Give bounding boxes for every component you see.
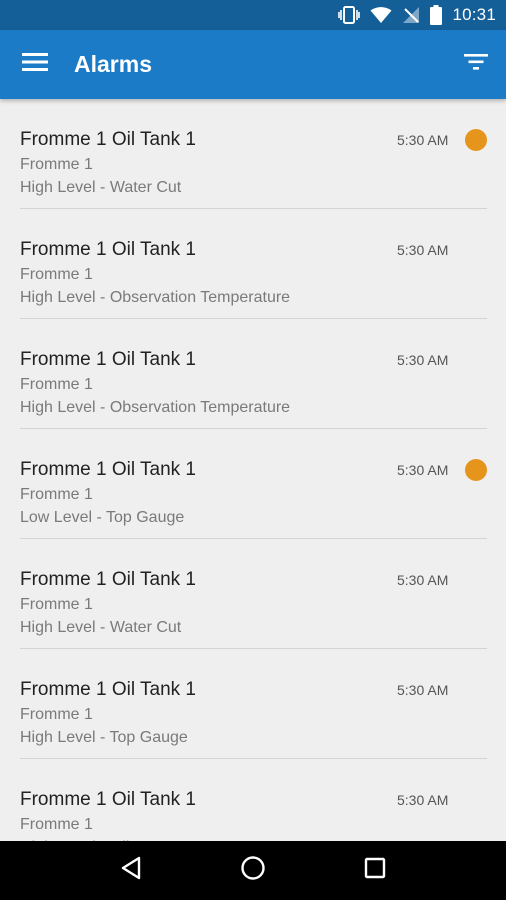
- alarm-description: High Level - Observation Temperature: [20, 399, 291, 416]
- filter-icon: [464, 53, 488, 76]
- no-signal-icon: [402, 0, 420, 30]
- alarm-asset-name: Fromme 1 Oil Tank 1: [20, 789, 196, 810]
- alarm-site-name: Fromme 1: [20, 706, 93, 723]
- filter-button[interactable]: [446, 30, 506, 99]
- alarm-list-item[interactable]: Fromme 1 Oil Tank 1 Fromme 1 High Level - …: [20, 209, 487, 319]
- back-icon: [120, 856, 142, 885]
- alarm-description: Low Level - Top Gauge: [20, 509, 185, 526]
- navigation-bar: [0, 841, 506, 900]
- recents-button[interactable]: [345, 841, 405, 900]
- app-bar: Alarms: [0, 30, 506, 99]
- recents-icon: [364, 857, 386, 884]
- alarm-time: 5:30 AM: [397, 792, 449, 808]
- alarm-list-item[interactable]: Fromme 1 Oil Tank 1 Fromme 1 High Level - …: [20, 539, 487, 649]
- home-button[interactable]: [223, 841, 283, 900]
- alarm-time: 5:30 AM: [397, 132, 449, 148]
- alarm-status-dot-icon: [465, 129, 487, 151]
- alarm-status-dot-icon: [465, 459, 487, 481]
- alarm-asset-name: Fromme 1 Oil Tank 1: [20, 349, 196, 370]
- back-button[interactable]: [101, 841, 161, 900]
- alarm-time: 5:30 AM: [397, 572, 449, 588]
- alarm-asset-name: Fromme 1 Oil Tank 1: [20, 679, 196, 700]
- menu-button[interactable]: [0, 30, 70, 99]
- alarm-site-name: Fromme 1: [20, 596, 93, 613]
- alarm-description: High Level - Observation Temperature: [20, 289, 291, 306]
- alarm-site-name: Fromme 1: [20, 486, 93, 503]
- wifi-icon: [370, 0, 392, 30]
- battery-icon: [430, 0, 443, 30]
- vibrate-icon: [338, 0, 361, 30]
- alarm-list-item[interactable]: Fromme 1 Oil Tank 1 Fromme 1 High Level - …: [20, 319, 487, 429]
- page-title: Alarms: [74, 51, 152, 77]
- alarm-site-name: Fromme 1: [20, 816, 93, 833]
- alarm-list-item[interactable]: Fromme 1 Oil Tank 1Fromme 1High Level - …: [20, 759, 487, 841]
- alarm-list-item[interactable]: Fromme 1 Oil Tank 1 Fromme 1 Low Level - T…: [20, 429, 487, 539]
- alarm-time: 5:30 AM: [397, 242, 449, 258]
- alarm-time: 5:30 AM: [397, 682, 449, 698]
- home-icon: [240, 855, 266, 886]
- alarm-description: High Level - Top Gauge: [20, 729, 188, 746]
- alarm-site-name: Fromme 1: [20, 266, 93, 283]
- alarm-site-name: Fromme 1: [20, 376, 93, 393]
- status-bar: 10:31: [0, 0, 506, 30]
- alarm-list[interactable]: Fromme 1 Oil Tank 1 Fromme 1 High Level - …: [0, 99, 506, 841]
- alarm-description: High Level - Water Cut: [20, 619, 182, 636]
- hamburger-menu-icon: [22, 52, 48, 77]
- alarm-list-item[interactable]: Fromme 1 Oil Tank 1 Fromme 1 High Level - …: [20, 99, 487, 209]
- alarm-time: 5:30 AM: [397, 462, 449, 478]
- alarm-time: 5:30 AM: [397, 352, 449, 368]
- alarm-asset-name: Fromme 1 Oil Tank 1: [20, 129, 196, 150]
- alarm-list-item[interactable]: Fromme 1 Oil Tank 1 Fromme 1 High Level - …: [20, 649, 487, 759]
- alarm-asset-name: Fromme 1 Oil Tank 1: [20, 239, 196, 260]
- alarm-site-name: Fromme 1: [20, 156, 93, 173]
- alarm-asset-name: Fromme 1 Oil Tank 1: [20, 459, 196, 480]
- status-time: 10:31: [452, 5, 496, 24]
- alarm-description: High Level - Water Cut: [20, 179, 182, 196]
- alarm-asset-name: Fromme 1 Oil Tank 1: [20, 569, 196, 590]
